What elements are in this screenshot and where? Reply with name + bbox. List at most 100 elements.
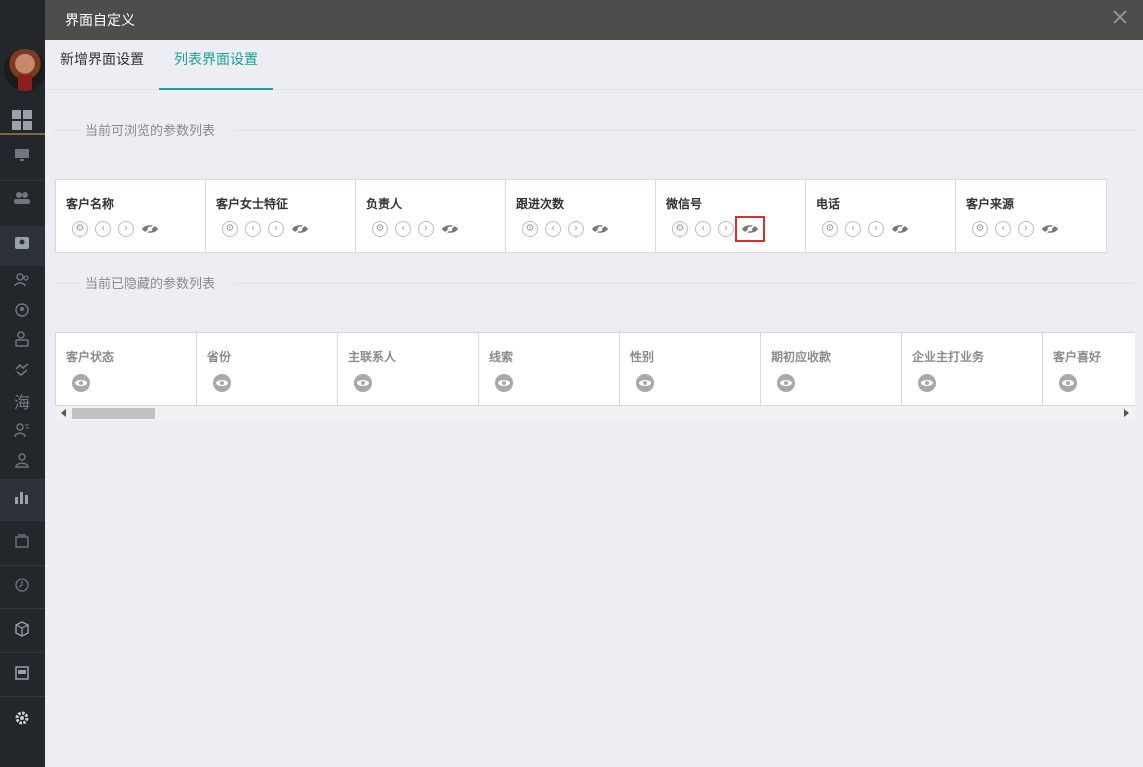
hidden-field-card: 客户喜好 xyxy=(1043,333,1135,405)
contact-icon[interactable] xyxy=(10,235,34,257)
box-stack-icon[interactable] xyxy=(10,533,34,555)
field-actions: ⚙ ‹ › xyxy=(522,221,609,237)
chevron-right-icon[interactable]: › xyxy=(718,221,734,237)
hidden-field-card: 省份 xyxy=(197,333,338,405)
eye-slash-icon[interactable] xyxy=(291,222,309,236)
cube-icon[interactable] xyxy=(10,621,34,643)
sidebar-item-sea[interactable]: 海 xyxy=(10,392,34,414)
gear-icon[interactable]: ⚙ xyxy=(372,221,388,237)
report-icon[interactable] xyxy=(10,665,34,687)
eye-slash-icon[interactable] xyxy=(735,216,765,242)
tab-list-settings[interactable]: 列表界面设置 xyxy=(159,40,273,90)
grid-icon[interactable] xyxy=(10,109,34,131)
eye-slash-icon[interactable] xyxy=(141,222,159,236)
chevron-left-icon[interactable]: ‹ xyxy=(695,221,711,237)
user-card-icon[interactable] xyxy=(10,331,34,353)
field-card: 负责人 ⚙ ‹ › xyxy=(356,180,506,252)
chevron-right-icon[interactable]: › xyxy=(268,221,284,237)
gear-icon[interactable]: ⚙ xyxy=(822,221,838,237)
divider xyxy=(55,130,80,131)
eye-icon[interactable] xyxy=(72,374,90,392)
gear-icon[interactable]: ⚙ xyxy=(672,221,688,237)
field-name: 客户女士特征 xyxy=(216,197,289,211)
field-actions: ⚙ ‹ › xyxy=(822,221,909,237)
sidebar-sep xyxy=(0,180,45,181)
field-actions: ⚙ ‹ › xyxy=(372,221,459,237)
eye-slash-icon[interactable] xyxy=(891,222,909,236)
sidebar-sep xyxy=(0,652,45,653)
user-icon[interactable] xyxy=(10,452,34,474)
eye-icon[interactable] xyxy=(636,374,654,392)
field-name: 微信号 xyxy=(666,197,703,211)
chevron-left-icon[interactable]: ‹ xyxy=(95,221,111,237)
eye-icon[interactable] xyxy=(213,374,231,392)
chevron-right-icon[interactable]: › xyxy=(118,221,134,237)
modal-title: 界面自定义 xyxy=(65,13,135,29)
bar-chart-icon[interactable] xyxy=(10,489,34,511)
clock-icon[interactable] xyxy=(10,577,34,599)
field-name: 性别 xyxy=(630,350,655,364)
field-actions: ⚙ ‹ › xyxy=(972,221,1059,237)
close-icon[interactable] xyxy=(1111,9,1129,29)
divider xyxy=(235,130,1135,131)
eye-slash-icon[interactable] xyxy=(441,222,459,236)
section-label: 当前可浏览的参数列表 xyxy=(85,124,216,139)
tab-add-settings[interactable]: 新增界面设置 xyxy=(45,40,159,90)
user-list-icon[interactable] xyxy=(10,422,34,444)
sidebar-sep xyxy=(0,696,45,697)
scrollbar-thumb[interactable] xyxy=(72,408,155,419)
user-group-icon[interactable] xyxy=(10,272,34,294)
eye-icon[interactable] xyxy=(495,374,513,392)
gear-icon[interactable]: ⚙ xyxy=(72,221,88,237)
horizontal-scrollbar[interactable] xyxy=(55,406,1135,421)
scroll-right-arrow-icon[interactable] xyxy=(1124,409,1129,417)
hidden-fields-list: 客户状态 省份 主联系人 线索 性别 期初应收款 企业主打业务 客户喜好 xyxy=(55,332,1135,406)
field-name: 线索 xyxy=(489,350,514,364)
eye-slash-icon[interactable] xyxy=(591,222,609,236)
chevron-left-icon[interactable]: ‹ xyxy=(245,221,261,237)
gear-icon[interactable] xyxy=(10,709,34,731)
eye-slash-icon[interactable] xyxy=(1041,222,1059,236)
globe-icon[interactable] xyxy=(10,302,34,324)
avatar[interactable] xyxy=(4,49,46,91)
chevron-left-icon[interactable]: ‹ xyxy=(995,221,1011,237)
chevron-right-icon[interactable]: › xyxy=(418,221,434,237)
sidebar-sep xyxy=(0,565,45,566)
hidden-field-card: 性别 xyxy=(620,333,761,405)
hidden-section-title: 当前已隐藏的参数列表 xyxy=(55,273,1135,293)
field-card: 客户名称 ⚙ ‹ › xyxy=(56,180,206,252)
chevron-left-icon[interactable]: ‹ xyxy=(395,221,411,237)
hidden-field-card: 线索 xyxy=(479,333,620,405)
chevron-right-icon[interactable]: › xyxy=(1018,221,1034,237)
tab-label: 列表界面设置 xyxy=(174,52,258,68)
field-name: 电话 xyxy=(816,197,841,211)
app-sidebar: 海 xyxy=(0,0,46,767)
chevron-right-icon[interactable]: › xyxy=(568,221,584,237)
eye-icon[interactable] xyxy=(918,374,936,392)
field-card: 电话 ⚙ ‹ › xyxy=(806,180,956,252)
chevron-left-icon[interactable]: ‹ xyxy=(845,221,861,237)
handshake-icon[interactable] xyxy=(10,361,34,383)
gear-icon[interactable]: ⚙ xyxy=(222,221,238,237)
gear-icon[interactable]: ⚙ xyxy=(972,221,988,237)
chevron-right-icon[interactable]: › xyxy=(868,221,884,237)
eye-icon[interactable] xyxy=(777,374,795,392)
modal-header: 界面自定义 xyxy=(45,0,1143,40)
sidebar-divider xyxy=(0,133,45,135)
customize-modal: 界面自定义 新增界面设置 列表界面设置 当前可浏览的参数列表 客户名称 ⚙ ‹ … xyxy=(45,0,1143,767)
section-label: 当前已隐藏的参数列表 xyxy=(85,277,216,292)
field-actions: ⚙ ‹ › xyxy=(672,216,765,242)
users-icon[interactable] xyxy=(10,190,34,212)
scroll-left-arrow-icon[interactable] xyxy=(61,409,66,417)
chevron-left-icon[interactable]: ‹ xyxy=(545,221,561,237)
monitor-icon[interactable] xyxy=(10,147,34,169)
eye-icon[interactable] xyxy=(1059,374,1077,392)
tab-label: 新增界面设置 xyxy=(60,52,144,68)
gear-icon[interactable]: ⚙ xyxy=(522,221,538,237)
field-card: 微信号 ⚙ ‹ › xyxy=(656,180,806,252)
hidden-fields-scroller[interactable]: 客户状态 省份 主联系人 线索 性别 期初应收款 企业主打业务 客户喜好 xyxy=(55,332,1135,422)
hidden-field-card: 客户状态 xyxy=(56,333,197,405)
field-name: 客户来源 xyxy=(966,197,1015,211)
eye-icon[interactable] xyxy=(354,374,372,392)
visible-section-title: 当前可浏览的参数列表 xyxy=(55,120,1135,140)
